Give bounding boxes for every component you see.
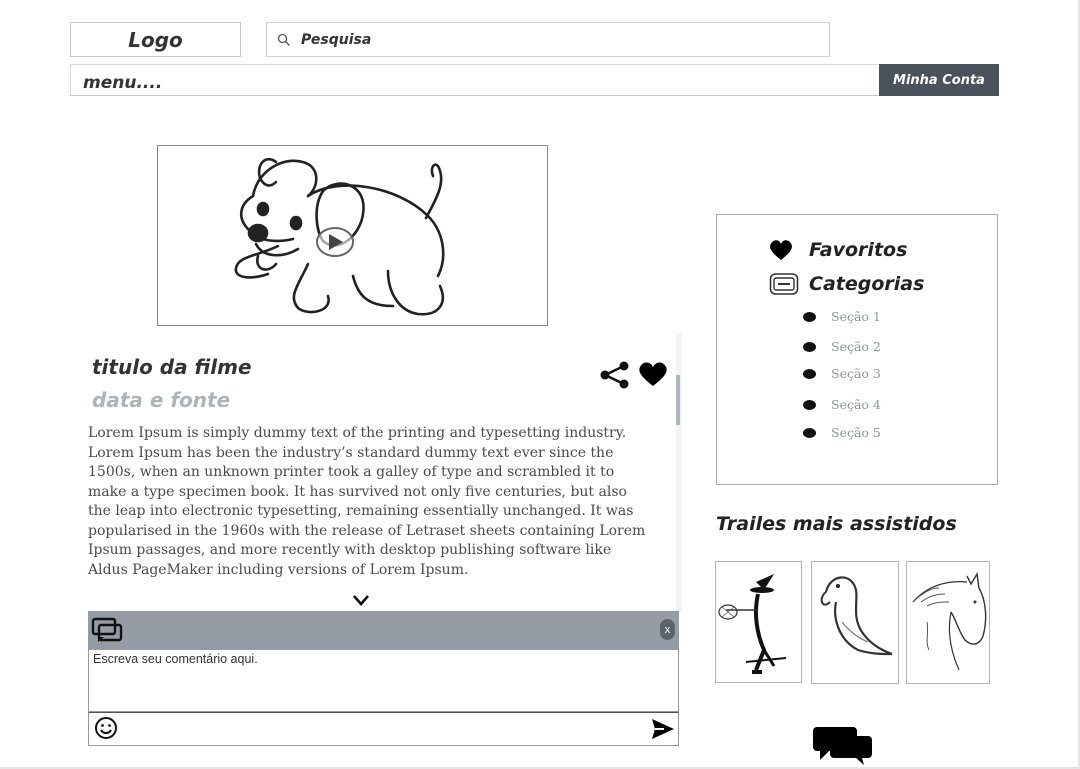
favorites-label: Favoritos [809, 239, 908, 261]
comment-textarea[interactable]: Escreva seu comentário aqui. [88, 650, 679, 712]
chevron-down-icon[interactable] [352, 594, 370, 606]
bullet-icon [803, 368, 816, 379]
sidebar-item-secao-3[interactable]: Seção 3 [803, 366, 881, 381]
article-body: Lorem Ipsum is simply dummy text of the … [88, 425, 646, 578]
movie-subtitle: data e fonte [92, 388, 231, 412]
trailer-thumb-witch[interactable] [715, 561, 802, 683]
horse-drawing [912, 571, 987, 671]
video-player[interactable] [157, 145, 548, 326]
sidebar-panel: Favoritos Categorias Seção 1 Seção 2 Seç… [716, 214, 998, 485]
logo[interactable]: Logo [70, 22, 241, 57]
sidebar-item-secao-5[interactable]: Seção 5 [803, 425, 881, 440]
heart-icon [770, 240, 792, 260]
send-icon[interactable] [651, 718, 675, 740]
comment-header: x [88, 611, 679, 650]
sidebar-item-label: Seção 2 [831, 339, 881, 354]
menu-label[interactable]: menu.... [83, 73, 162, 93]
search-input[interactable]: Pesquisa [266, 22, 830, 57]
sidebar-item-label: Seção 3 [831, 366, 881, 381]
sidebar-item-secao-1[interactable]: Seção 1 [803, 309, 881, 324]
movie-title: titulo da filme [92, 355, 252, 379]
comment-toolbar [88, 712, 679, 746]
bullet-icon [803, 399, 816, 410]
comment-panel: x Escreva seu comentário aqui. [88, 611, 679, 746]
scroll-thumb[interactable] [676, 375, 680, 425]
categories-label: Categorias [809, 273, 925, 295]
emoji-icon[interactable] [94, 716, 118, 740]
sidebar-item-label: Seção 5 [831, 425, 881, 440]
trailers-title: Trailes mais assistidos [716, 513, 957, 535]
logo-text: Logo [128, 27, 183, 52]
bird-drawing [820, 576, 893, 656]
trailer-thumb-horse[interactable] [906, 561, 990, 684]
bullet-icon [803, 341, 816, 352]
sidebar-item-secao-2[interactable]: Seção 2 [803, 339, 881, 354]
categories-icon [769, 273, 799, 295]
chat-icon[interactable] [812, 726, 874, 766]
search-placeholder: Pesquisa [301, 31, 372, 48]
chat-icon [91, 617, 123, 642]
heart-icon[interactable] [638, 361, 668, 387]
favorites-link[interactable]: Favoritos [769, 239, 907, 261]
comment-placeholder: Escreva seu comentário aqui. [93, 652, 258, 666]
play-icon[interactable] [315, 226, 355, 258]
sidebar-item-secao-4[interactable]: Seção 4 [803, 397, 881, 412]
share-icon[interactable] [600, 361, 630, 389]
comment-close-button[interactable]: x [660, 619, 675, 640]
menu-bar: menu.... Minha Conta [70, 64, 999, 96]
trailer-thumb-bird[interactable] [811, 561, 899, 684]
categories-link[interactable]: Categorias [769, 272, 924, 296]
bullet-icon [803, 427, 816, 438]
sidebar-item-label: Seção 4 [831, 397, 881, 412]
account-button[interactable]: Minha Conta [879, 64, 999, 96]
sidebar-item-label: Seção 1 [831, 309, 881, 324]
witch-drawing [718, 574, 787, 674]
bullet-icon [803, 311, 816, 322]
search-icon [267, 33, 301, 47]
